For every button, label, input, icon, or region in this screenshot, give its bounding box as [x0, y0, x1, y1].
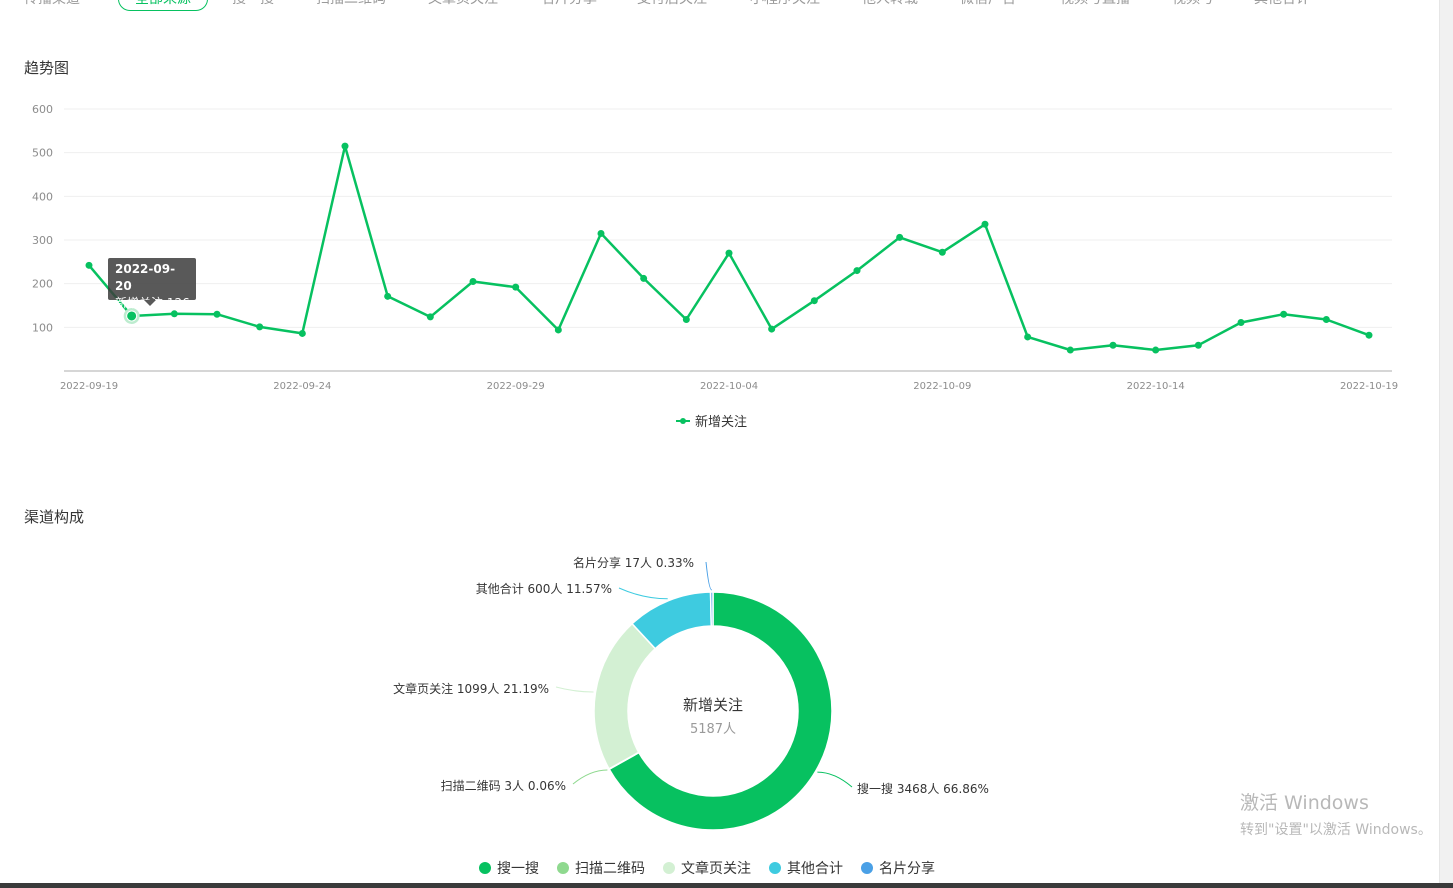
- watermark-line-2: 转到"设置"以激活 Windows。: [1240, 822, 1432, 838]
- data-point[interactable]: [512, 283, 520, 291]
- slice-label: 扫描二维码 3人 0.06%: [441, 779, 566, 793]
- tooltip-value: 126: [166, 296, 190, 310]
- data-point[interactable]: [384, 292, 392, 300]
- x-tick-label: 2022-10-14: [1127, 381, 1185, 392]
- y-tick-label: 400: [32, 190, 53, 203]
- data-point[interactable]: [256, 323, 264, 331]
- tooltip-arrow: [144, 300, 156, 306]
- data-point[interactable]: [682, 315, 690, 323]
- data-point[interactable]: [426, 313, 434, 321]
- data-point[interactable]: [1066, 346, 1074, 354]
- slice-label: 名片分享 17人 0.33%: [573, 555, 694, 570]
- legend-dot: [769, 862, 781, 874]
- y-tick-label: 100: [32, 321, 53, 334]
- y-tick-label: 600: [32, 103, 53, 116]
- legend-dot: [663, 862, 675, 874]
- data-point[interactable]: [640, 274, 648, 282]
- data-point[interactable]: [1365, 331, 1373, 339]
- legend-item-scan-qr[interactable]: 扫描二维码: [557, 858, 645, 878]
- trend-legend[interactable]: 新增关注: [676, 411, 747, 430]
- slice-label: 搜一搜 3468人 66.86%: [857, 781, 989, 796]
- legend-dot: [861, 862, 873, 874]
- y-tick-label: 200: [32, 278, 53, 291]
- legend-line-marker: [676, 416, 690, 426]
- data-point[interactable]: [768, 325, 776, 333]
- data-point[interactable]: [896, 233, 904, 241]
- vertical-scrollbar[interactable]: [1439, 0, 1453, 888]
- series-line: [88, 144, 1370, 352]
- slice-label: 文章页关注 1099人 21.19%: [393, 681, 549, 696]
- data-point[interactable]: [85, 261, 93, 269]
- data-point[interactable]: [1194, 341, 1202, 349]
- legend-label: 名片分享: [879, 861, 935, 877]
- donut-slice[interactable]: [709, 591, 714, 627]
- donut-center-label: 新增关注 5187人: [648, 694, 778, 737]
- data-point[interactable]: [725, 249, 733, 257]
- data-point[interactable]: [1280, 310, 1288, 318]
- trend-line-chart: 100 200 300 400 500 600 2022-09-19 2022-09-24 20…: [32, 103, 1398, 392]
- channel-legend: 搜一搜 扫描二维码 文章页关注 其他合计 名片分享: [479, 858, 935, 878]
- data-point[interactable]: [597, 229, 605, 237]
- x-tick-label: 2022-09-29: [487, 381, 545, 392]
- data-point[interactable]: [1322, 315, 1330, 323]
- donut-slice[interactable]: [607, 751, 640, 771]
- legend-item-others[interactable]: 其他合计: [769, 858, 843, 878]
- x-tick-label: 2022-10-19: [1340, 381, 1398, 392]
- slice-label-leader: [572, 769, 608, 785]
- donut-slice[interactable]: [593, 622, 657, 770]
- watermark-line-1: 激活 Windows: [1240, 792, 1369, 814]
- x-tick-label: 2022-10-04: [700, 381, 758, 392]
- data-point[interactable]: [1024, 333, 1032, 341]
- data-point[interactable]: [469, 277, 477, 285]
- legend-label: 搜一搜: [497, 861, 539, 877]
- slice-label-leader: [817, 771, 853, 788]
- legend-dot: [479, 862, 491, 874]
- slice-label-leader: [618, 587, 668, 600]
- x-tick-label: 2022-09-24: [273, 381, 331, 392]
- donut-slice[interactable]: [631, 591, 713, 650]
- chart-tooltip: 2022-09-20 新增关注 126: [108, 258, 196, 310]
- data-point[interactable]: [981, 220, 989, 228]
- legend-item-card-share[interactable]: 名片分享: [861, 858, 935, 878]
- data-point[interactable]: [554, 326, 562, 334]
- legend-label: 扫描二维码: [575, 861, 645, 877]
- x-tick-label: 2022-09-19: [60, 381, 118, 392]
- data-point[interactable]: [810, 297, 818, 305]
- data-point[interactable]: [1237, 319, 1245, 327]
- data-point[interactable]: [1152, 346, 1160, 354]
- donut-center-value: 5187人: [689, 722, 737, 737]
- slice-label-leader: [555, 686, 594, 693]
- legend-item-search[interactable]: 搜一搜: [479, 858, 539, 878]
- x-tick-label: 2022-10-09: [913, 381, 971, 392]
- bottom-bar: [0, 883, 1453, 888]
- trend-legend-label: 新增关注: [695, 415, 748, 430]
- tooltip-date: 2022-09-20: [115, 262, 176, 293]
- slice-label-leader: [705, 561, 713, 591]
- legend-item-article-follow[interactable]: 文章页关注: [663, 858, 751, 878]
- legend-label: 文章页关注: [681, 861, 751, 877]
- data-point[interactable]: [213, 310, 221, 318]
- data-point-active[interactable]: [126, 310, 138, 322]
- data-point[interactable]: [298, 329, 306, 337]
- data-point[interactable]: [938, 248, 946, 256]
- data-point[interactable]: [853, 267, 861, 275]
- windows-activation-watermark: 激活 Windows 转到"设置"以激活 Windows。: [1240, 788, 1432, 839]
- data-point[interactable]: [341, 142, 349, 150]
- channel-section-title: 渠道构成: [24, 508, 85, 526]
- legend-dot: [557, 862, 569, 874]
- legend-label: 其他合计: [787, 861, 843, 877]
- y-tick-label: 500: [32, 147, 53, 160]
- slice-label: 其他合计 600人 11.57%: [476, 581, 612, 596]
- y-tick-label: 300: [32, 234, 53, 247]
- data-point[interactable]: [170, 310, 178, 318]
- donut-center-title: 新增关注: [682, 696, 743, 714]
- data-point[interactable]: [1109, 341, 1117, 349]
